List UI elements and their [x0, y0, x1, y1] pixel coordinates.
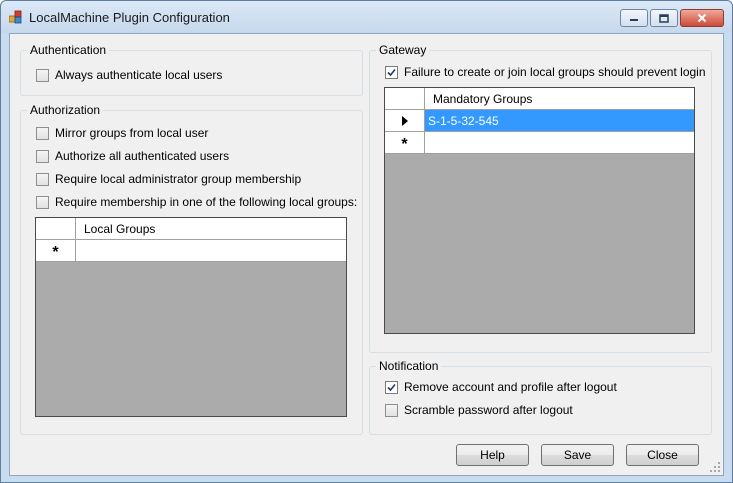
grid-new-row[interactable]: *: [385, 132, 694, 154]
require-membership-label: Require membership in one of the followi…: [55, 195, 358, 209]
window-title: LocalMachine Plugin Configuration: [29, 10, 230, 25]
column-header-label: Local Groups: [84, 221, 156, 236]
mirror-groups-checkbox[interactable]: Mirror groups from local user: [36, 125, 208, 141]
table-row[interactable]: S-1-5-32-545: [385, 110, 694, 132]
authentication-group-label: Authentication: [27, 43, 110, 58]
always-authenticate-checkbox[interactable]: Always authenticate local users: [36, 67, 222, 83]
current-row-header[interactable]: [385, 110, 425, 132]
close-button[interactable]: Close: [626, 444, 699, 466]
column-header-label: Mandatory Groups: [433, 91, 533, 106]
title-bar[interactable]: LocalMachine Plugin Configuration: [1, 1, 732, 33]
caption-buttons: [620, 9, 724, 27]
minimize-icon: [630, 19, 638, 21]
maximize-icon: [659, 13, 669, 23]
grid-header-row: Mandatory Groups: [385, 88, 694, 110]
require-admin-label: Require local administrator group member…: [55, 172, 302, 186]
client-area: Authentication Always authenticate local…: [9, 33, 724, 476]
authorization-group-label: Authorization: [27, 103, 104, 118]
authentication-group: Authentication Always authenticate local…: [20, 43, 363, 96]
new-row-header[interactable]: *: [36, 240, 76, 262]
mandatory-groups-grid[interactable]: Mandatory Groups S-1-5-32-545 *: [384, 87, 695, 334]
new-row-icon: *: [52, 243, 59, 261]
close-window-button[interactable]: [680, 9, 724, 27]
authorization-group: Authorization Mirror groups from local u…: [20, 103, 363, 435]
remove-account-label: Remove account and profile after logout: [404, 380, 617, 394]
mandatory-group-value: S-1-5-32-545: [428, 113, 499, 128]
authorize-all-label: Authorize all authenticated users: [55, 149, 230, 163]
failure-prevent-login-label: Failure to create or join local groups s…: [404, 65, 706, 79]
require-admin-checkbox[interactable]: Require local administrator group member…: [36, 171, 301, 187]
gateway-group: Gateway Failure to create or join local …: [369, 43, 712, 353]
notification-group: Notification Remove account and profile …: [369, 359, 712, 435]
app-icon: [9, 10, 22, 24]
scramble-password-label: Scramble password after logout: [404, 403, 573, 417]
new-row-cell[interactable]: [76, 240, 346, 262]
grid-new-row[interactable]: *: [36, 240, 346, 262]
gateway-group-label: Gateway: [376, 43, 430, 58]
checkbox-box: [36, 149, 49, 163]
scramble-password-checkbox[interactable]: Scramble password after logout: [385, 402, 573, 418]
checkbox-box: [36, 126, 49, 140]
checkbox-box: [385, 403, 398, 417]
require-membership-checkbox[interactable]: Require membership in one of the followi…: [36, 194, 357, 210]
local-groups-grid[interactable]: Local Groups *: [35, 217, 347, 417]
column-header-mandatory-groups[interactable]: Mandatory Groups: [425, 88, 694, 110]
resize-grip-icon[interactable]: [709, 461, 721, 473]
save-button[interactable]: Save: [541, 444, 614, 466]
new-row-cell[interactable]: [425, 132, 694, 154]
maximize-button[interactable]: [650, 9, 678, 27]
help-button[interactable]: Help: [456, 444, 529, 466]
column-header-local-groups[interactable]: Local Groups: [76, 218, 346, 240]
checkbox-box: [36, 195, 49, 209]
notification-group-label: Notification: [376, 359, 442, 374]
grid-corner-cell[interactable]: [36, 218, 76, 240]
checkbox-box: [36, 172, 49, 186]
minimize-button[interactable]: [620, 9, 648, 27]
current-row-arrow-icon: [401, 115, 408, 126]
remove-account-checkbox[interactable]: Remove account and profile after logout: [385, 379, 617, 395]
checkbox-box: [385, 380, 398, 394]
checkbox-box: [36, 68, 49, 82]
failure-prevent-login-checkbox[interactable]: Failure to create or join local groups s…: [385, 64, 706, 80]
new-row-icon: *: [401, 135, 408, 153]
checkbox-box: [385, 65, 398, 79]
config-window: LocalMachine Plugin Configuration Authen…: [0, 0, 733, 483]
always-authenticate-label: Always authenticate local users: [55, 68, 223, 82]
close-icon: [697, 13, 707, 23]
mandatory-group-cell[interactable]: S-1-5-32-545: [425, 110, 694, 132]
authorize-all-checkbox[interactable]: Authorize all authenticated users: [36, 148, 229, 164]
checkmark-icon: [387, 68, 396, 76]
new-row-header[interactable]: *: [385, 132, 425, 154]
grid-header-row: Local Groups: [36, 218, 346, 240]
checkmark-icon: [387, 383, 396, 391]
grid-corner-cell[interactable]: [385, 88, 425, 110]
mirror-groups-label: Mirror groups from local user: [55, 126, 209, 140]
